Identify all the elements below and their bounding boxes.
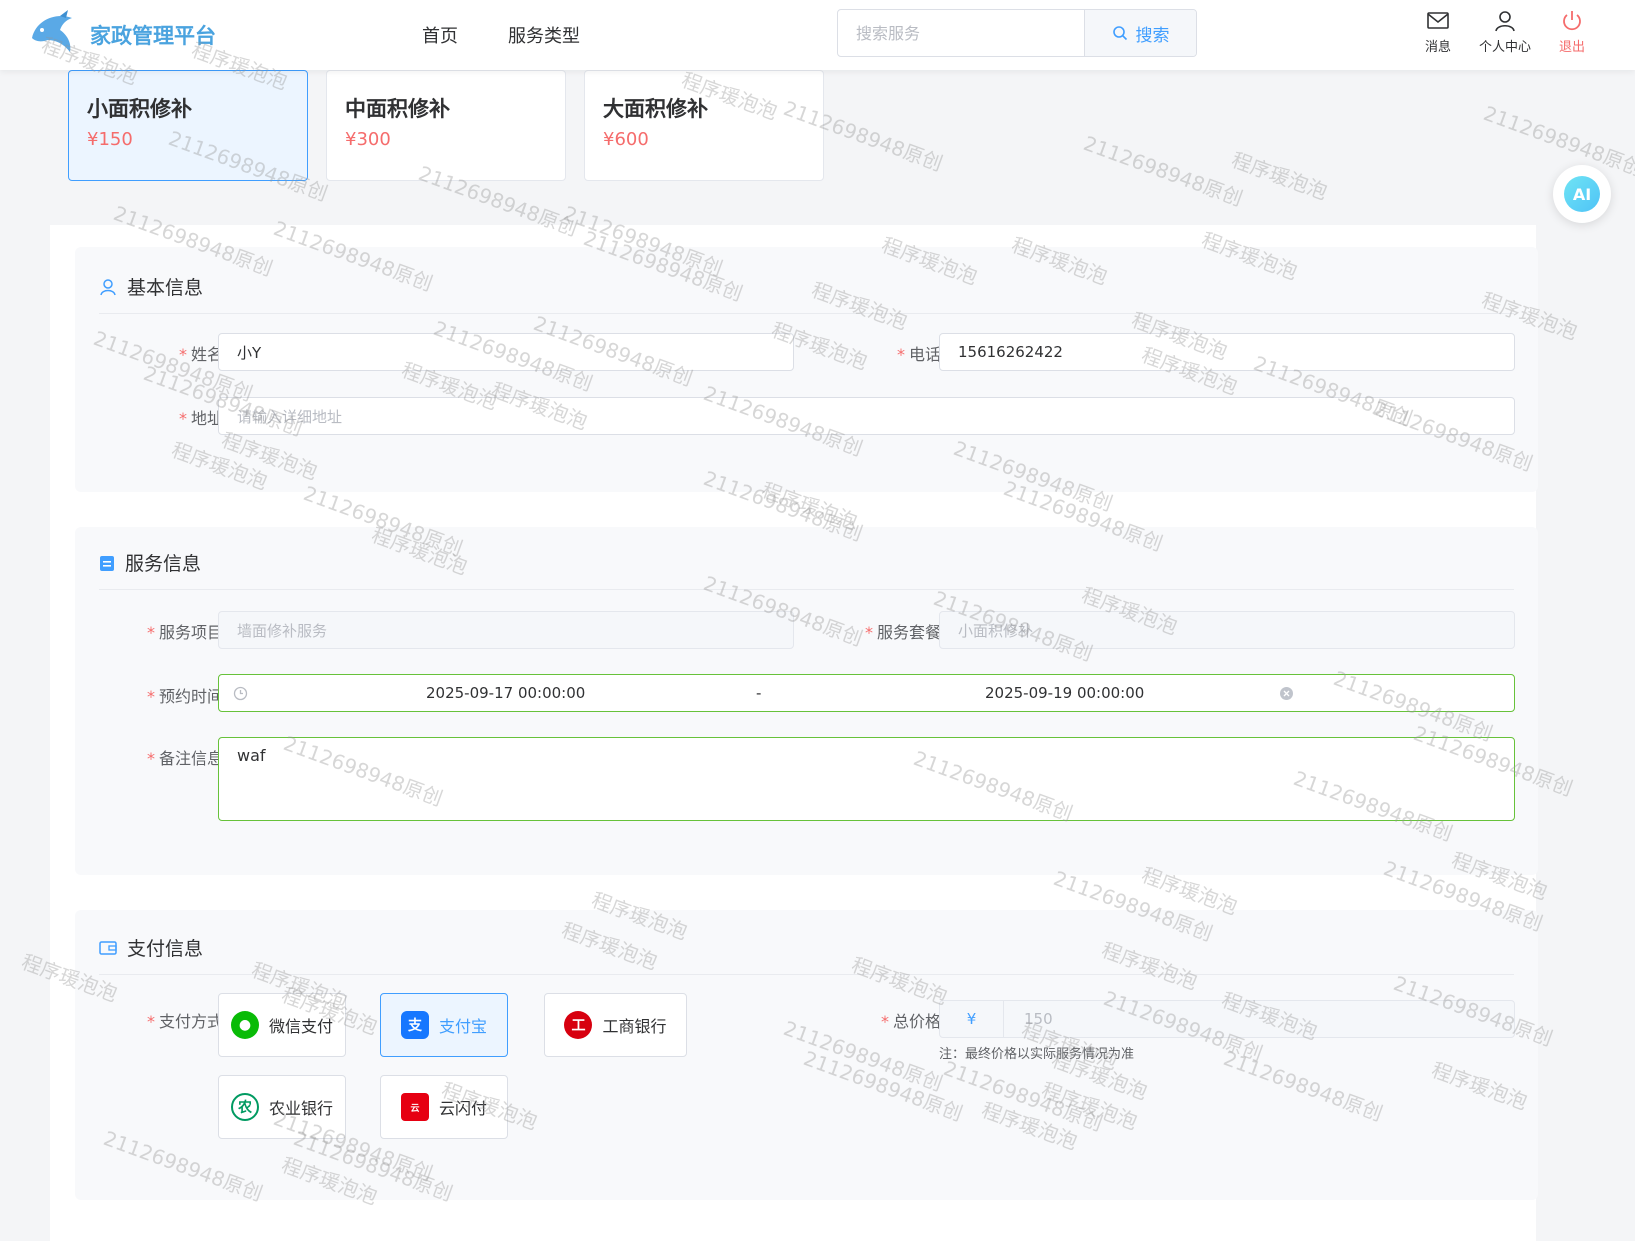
service-item-label: * 服务项目 <box>146 623 223 642</box>
user-outline-icon <box>100 278 116 295</box>
start-time[interactable]: 2025-09-17 00:00:00 <box>426 684 585 702</box>
clear-icon[interactable] <box>1279 686 1294 701</box>
search-button-label: 搜索 <box>1135 25 1170 46</box>
service-info-section: 服务信息 * 服务项目 墙面修补服务 * 服务套餐 小面积修补 * 预约时间 2025… <box>75 527 1538 875</box>
basic-info-title: 基本信息 <box>99 273 203 300</box>
search-box: 搜索 <box>837 9 1197 57</box>
profile-label: 个人中心 <box>1478 40 1531 55</box>
package-name: 小面积修补 <box>87 97 192 121</box>
nav-home[interactable]: 首页 <box>422 22 458 48</box>
pay-option-unionpay[interactable]: 云 云闪付 <box>380 1075 508 1139</box>
divider <box>99 974 1514 975</box>
name-input[interactable]: 小Y <box>218 333 794 371</box>
top-header: 家政管理平台 首页 服务类型 搜索 消息 个人中心 退出 <box>0 0 1635 70</box>
pay-option-label: 工商银行 <box>602 1017 667 1036</box>
package-card-medium[interactable]: 中面积修补 ¥300 <box>326 70 566 181</box>
basic-info-section: 基本信息 * 姓名 小Y * 电话 15616262422 * 地址 请输入详细地址 <box>75 247 1538 492</box>
price-note: 注：最终价格以实际服务情况为准 <box>939 1047 1135 1062</box>
watermark-text: 2112698948原创 <box>1480 101 1635 181</box>
package-card-small[interactable]: 小面积修补 ¥150 <box>68 70 308 181</box>
total-price-value: 150 <box>1024 1010 1053 1028</box>
pay-option-alipay[interactable]: 支 支付宝 <box>380 993 508 1057</box>
phone-label: * 电话 <box>896 345 941 364</box>
appointment-date-range[interactable]: 2025-09-17 00:00:00 - 2025-09-19 00:00:0… <box>218 674 1515 712</box>
profile-button[interactable]: 个人中心 <box>1470 10 1540 55</box>
payment-info-title: 支付信息 <box>99 934 203 961</box>
end-time[interactable]: 2025-09-19 00:00:00 <box>985 684 1144 702</box>
logout-button[interactable]: 退出 <box>1537 10 1607 55</box>
pay-option-icbc[interactable]: 工 工商银行 <box>544 993 687 1057</box>
total-price-input: ¥ 150 <box>939 1000 1515 1038</box>
range-separator: - <box>756 684 762 702</box>
appointment-time-label: * 预约时间 <box>146 687 223 706</box>
service-item-input: 墙面修补服务 <box>218 611 794 649</box>
wechat-pay-icon: ● <box>230 1011 259 1039</box>
payment-info-section: 支付信息 * 支付方式 ● 微信支付 支 支付宝 工 工商银行 农 农业银行 云 … <box>75 910 1538 1200</box>
ai-icon: AI <box>1564 176 1600 212</box>
package-price: ¥600 <box>603 129 649 150</box>
ai-assistant-button[interactable]: AI <box>1553 165 1611 223</box>
message-button[interactable]: 消息 <box>1403 10 1473 55</box>
order-form: 基本信息 * 姓名 小Y * 电话 15616262422 * 地址 请输入详细地址 … <box>50 225 1538 1241</box>
divider <box>99 589 1514 590</box>
package-price: ¥150 <box>87 129 133 150</box>
nav-service-types[interactable]: 服务类型 <box>508 22 580 48</box>
watermark-text: 2112698948原创 <box>1080 131 1246 211</box>
currency-prefix: ¥ <box>940 1001 1004 1037</box>
search-icon <box>1112 26 1127 41</box>
message-label: 消息 <box>1424 40 1451 55</box>
pay-option-wechat[interactable]: ● 微信支付 <box>218 993 346 1057</box>
pay-option-label: 支付宝 <box>438 1017 487 1036</box>
service-info-title-text: 服务信息 <box>125 553 202 575</box>
name-label: * 姓名 <box>178 345 223 364</box>
pay-option-label: 云闪付 <box>438 1099 487 1118</box>
wallet-icon <box>99 940 117 955</box>
watermark-text: 程序瑗泡泡 <box>1228 147 1331 205</box>
package-price: ¥300 <box>345 129 391 150</box>
remark-label: * 备注信息 <box>146 749 223 768</box>
search-input[interactable] <box>838 10 1084 56</box>
pay-option-abc[interactable]: 农 农业银行 <box>218 1075 346 1139</box>
package-name: 中面积修补 <box>345 97 450 121</box>
user-icon <box>1495 11 1515 32</box>
service-info-title: 服务信息 <box>99 549 201 576</box>
search-button[interactable]: 搜索 <box>1084 10 1196 56</box>
divider <box>99 313 1514 314</box>
mail-icon <box>1427 12 1449 29</box>
pay-option-label: 农业银行 <box>268 1099 333 1118</box>
payment-info-title-text: 支付信息 <box>127 938 204 960</box>
address-input[interactable]: 请输入详细地址 <box>218 397 1515 435</box>
total-price-label: * 总价格 <box>880 1012 941 1031</box>
address-label: * 地址 <box>178 409 223 428</box>
package-name: 大面积修补 <box>603 97 708 121</box>
unionpay-quickpass-icon: 云 <box>400 1093 429 1121</box>
clock-icon <box>233 686 248 701</box>
phone-input[interactable]: 15616262422 <box>939 333 1515 371</box>
package-card-large[interactable]: 大面积修补 ¥600 <box>584 70 824 181</box>
pay-option-label: 微信支付 <box>268 1017 333 1036</box>
dolphin-logo-icon <box>32 10 72 52</box>
clipboard-icon <box>100 555 114 571</box>
service-package-input: 小面积修补 <box>939 611 1515 649</box>
payment-method-label: * 支付方式 <box>146 1012 223 1031</box>
power-icon <box>1563 11 1581 31</box>
service-package-label: * 服务套餐 <box>864 623 941 642</box>
icbc-icon: 工 <box>564 1011 593 1039</box>
logout-label: 退出 <box>1558 40 1585 55</box>
basic-info-title-text: 基本信息 <box>127 277 204 299</box>
alipay-icon: 支 <box>400 1011 429 1039</box>
brand-title[interactable]: 家政管理平台 <box>90 20 216 50</box>
remark-textarea[interactable]: waf <box>218 737 1515 821</box>
abc-bank-icon: 农 <box>230 1093 259 1121</box>
